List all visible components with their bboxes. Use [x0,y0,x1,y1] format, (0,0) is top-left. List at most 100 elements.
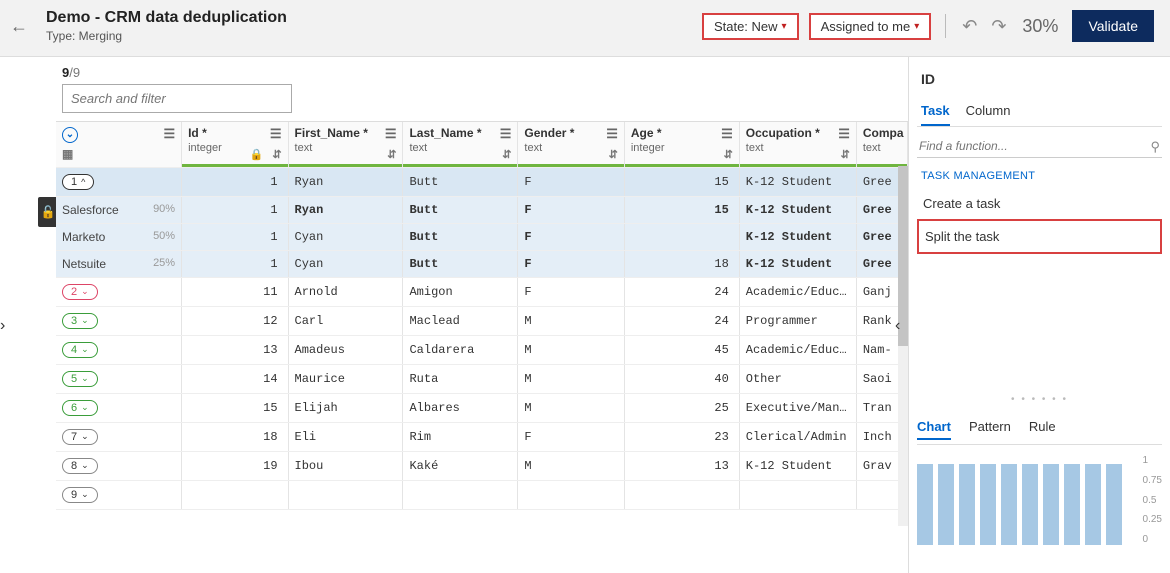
col-first-name[interactable]: First_Name * text ☰ ⇵ [288,122,403,167]
chart-bar [980,464,996,545]
table-row[interactable]: 7⌄ 18EliRimF23Clerical/AdminInch [56,422,908,451]
chevron-down-icon: ⌄ [81,489,89,500]
right-panel: ‹ ID Task Column ⚲ TASK MANAGEMENT Creat… [908,57,1170,573]
btab-chart[interactable]: Chart [917,415,951,440]
sort-icon[interactable]: ⇵ [841,148,850,161]
col-id[interactable]: Id * integer ☰ 🔒 ⇵ [182,122,288,167]
header-left: ← Demo - CRM data deduplication Type: Me… [10,9,287,43]
table-row[interactable]: Salesforce90% 1 Ryan Butt F 15 K-12 Stud… [56,196,908,223]
record-counter: 9/9 [62,65,908,80]
page-subtitle: Type: Merging [46,29,287,43]
title-block: Demo - CRM data deduplication Type: Merg… [46,9,287,43]
redo-icon[interactable]: ↷ [989,16,1008,37]
table-row[interactable]: 5⌄ 14MauriceRutaM40OtherSaoi [56,364,908,393]
col-last-name[interactable]: Last_Name * text ☰ ⇵ [403,122,518,167]
sort-icon[interactable]: ⇵ [387,148,396,161]
menu-icon[interactable]: ☰ [500,126,512,142]
cell-occupation: K-12 Student [739,167,856,196]
chevron-down-icon: ⌄ [81,460,89,471]
btab-rule[interactable]: Rule [1029,415,1056,440]
group-badge[interactable]: 4⌄ [62,342,98,358]
search-input[interactable] [62,84,292,113]
state-dropdown[interactable]: State: New ▾ [702,13,799,40]
table-row[interactable]: 8⌄ 19IbouKakéM13K-12 StudentGrav [56,451,908,480]
menu-icon[interactable]: ☰ [838,126,850,142]
section-task-management: TASK MANAGEMENT [921,170,1162,182]
table-row[interactable]: 2⌄ 11ArnoldAmigonF24Academic/Educ...Ganj [56,277,908,306]
create-task-item[interactable]: Create a task [917,188,1162,219]
quality-bar [289,164,403,167]
sort-icon[interactable]: ⇵ [724,148,733,161]
split-task-item[interactable]: Split the task [917,219,1162,254]
chart-bar [917,464,933,545]
function-search-input[interactable] [917,135,1162,158]
vertical-scrollbar[interactable] [898,166,908,526]
table-row[interactable]: Marketo50% 1 Cyan Butt F K-12 Student Gr… [56,223,908,250]
source-name: Marketo [62,230,105,244]
expand-all-icon[interactable]: ⌄ [62,127,78,143]
chart-bar [1106,464,1122,545]
col-gender[interactable]: Gender * text ☰ ⇵ [518,122,624,167]
chevron-down-icon: ⌄ [81,344,89,355]
rp-bottom-tabs: Chart Pattern Rule [917,415,1162,445]
group-badge[interactable]: 9⌄ [62,487,98,503]
search-icon[interactable]: ⚲ [1150,139,1160,155]
table-row[interactable]: Netsuite25% 1 Cyan Butt F 18 K-12 Studen… [56,250,908,277]
table-row[interactable]: 1^ 1 Ryan Butt F 15 K-12 Student Gree [56,167,908,196]
col-group[interactable]: ⌄ ☰ ▦ [56,122,182,167]
group-badge[interactable]: 3⌄ [62,313,98,329]
state-label: State: New [714,19,778,34]
menu-icon[interactable]: ☰ [163,126,175,142]
source-name: Netsuite [62,257,106,271]
source-pct: 90% [153,203,175,215]
col-age[interactable]: Age * integer ☰ ⇵ [624,122,739,167]
quality-bar [518,164,623,167]
app-header: ← Demo - CRM data deduplication Type: Me… [0,0,1170,56]
chart-bar [1043,464,1059,545]
table-row[interactable]: 4⌄ 13AmadeusCaldareraM45Academic/Educ...… [56,335,908,364]
menu-icon[interactable]: ☰ [606,126,618,142]
table-row[interactable]: 6⌄ 15ElijahAlbaresM25Executive/Man...Tra… [56,393,908,422]
group-badge[interactable]: 1^ [62,174,94,190]
rp-title: ID [921,71,1162,87]
chevron-down-icon: ▾ [782,21,787,32]
lock-icon: 🔒 [250,148,264,161]
tab-task[interactable]: Task [921,97,950,126]
back-arrow-icon[interactable]: ← [10,16,28,37]
sort-icon[interactable]: ⇵ [609,148,618,161]
chart-bar [1064,464,1080,545]
group-badge[interactable]: 7⌄ [62,429,98,445]
resize-handle-icon[interactable]: • • • • • • [917,394,1162,405]
chevron-down-icon: ⌄ [81,431,89,442]
page-title: Demo - CRM data deduplication [46,9,287,27]
sort-icon[interactable]: ⇵ [272,148,281,161]
expand-left-icon[interactable]: › [0,317,5,335]
col-company[interactable]: Compa text [856,122,907,167]
sort-icon[interactable]: ⇵ [502,148,511,161]
group-badge[interactable]: 2⌄ [62,284,98,300]
collapse-right-icon[interactable]: ‹ [895,317,900,335]
col-occupation[interactable]: Occupation * text ☰ ⇵ [739,122,856,167]
menu-icon[interactable]: ☰ [721,126,733,142]
workspace: › 🔓 9/9 ⌄ ☰ ▦ [0,56,1170,573]
undo-icon[interactable]: ↶ [960,16,979,37]
validate-button[interactable]: Validate [1072,10,1154,42]
menu-icon[interactable]: ☰ [385,126,397,142]
assigned-dropdown[interactable]: Assigned to me ▾ [809,13,932,40]
group-badge[interactable]: 8⌄ [62,458,98,474]
left-gutter [0,57,14,573]
table-row[interactable]: 3⌄ 12CarlMacleadM24ProgrammerRank [56,306,908,335]
quality-bar [182,164,287,167]
lock-tab-icon[interactable]: 🔓 [38,197,58,227]
menu-icon[interactable]: ☰ [270,126,282,142]
cell-gender: F [518,167,624,196]
cell-first-name: Ryan [288,167,403,196]
group-badge[interactable]: 6⌄ [62,400,98,416]
cell-id: 1 [182,167,288,196]
btab-pattern[interactable]: Pattern [969,415,1011,440]
tab-column[interactable]: Column [966,97,1011,126]
group-badge[interactable]: 5⌄ [62,371,98,387]
table-row[interactable]: 9⌄ [56,480,908,509]
header-row: ⌄ ☰ ▦ Id * integer ☰ 🔒 ⇵ [56,122,908,167]
grid-icon[interactable]: ▦ [62,147,73,161]
